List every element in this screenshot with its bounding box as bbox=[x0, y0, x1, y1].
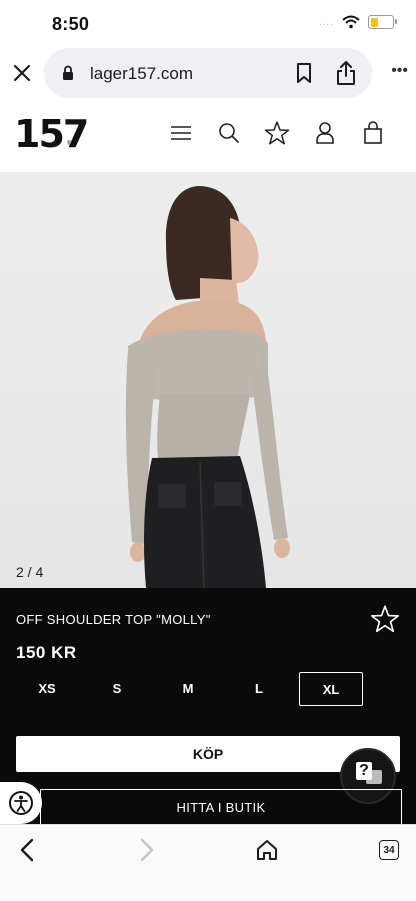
battery-level bbox=[370, 17, 378, 27]
size-option-l[interactable]: L bbox=[228, 672, 290, 704]
size-option-s[interactable]: S bbox=[86, 672, 148, 704]
tabs-button[interactable]: 34 bbox=[374, 835, 404, 865]
more-icon[interactable]: ••• bbox=[391, 62, 408, 80]
signal-icon: .... bbox=[318, 16, 334, 28]
product-panel: OFF SHOULDER TOP "MOLLY" 150 KR XS S M L… bbox=[0, 588, 416, 825]
search-button[interactable] bbox=[216, 120, 242, 146]
status-indicators: .... bbox=[318, 15, 397, 29]
close-tab-button[interactable] bbox=[8, 59, 36, 87]
find-in-store-button[interactable]: HITTA I BUTIK bbox=[40, 789, 402, 825]
lock-icon bbox=[63, 65, 73, 80]
forward-icon bbox=[140, 838, 154, 862]
back-button[interactable] bbox=[12, 835, 42, 865]
size-option-m[interactable]: M bbox=[157, 672, 219, 704]
product-name: OFF SHOULDER TOP "MOLLY" bbox=[16, 612, 211, 627]
star-icon bbox=[264, 121, 290, 145]
image-counter: 2 / 4 bbox=[16, 564, 44, 580]
size-selector: XS S M L XL bbox=[0, 672, 416, 706]
header-icons bbox=[168, 120, 386, 146]
home-button[interactable] bbox=[252, 835, 282, 865]
bag-icon bbox=[364, 121, 382, 144]
add-to-wishlist-button[interactable] bbox=[370, 604, 400, 634]
home-icon bbox=[257, 840, 277, 860]
menu-button[interactable] bbox=[168, 120, 194, 146]
size-option-xl[interactable]: XL bbox=[299, 672, 363, 706]
user-icon bbox=[316, 122, 334, 144]
cart-button[interactable] bbox=[360, 120, 386, 146]
status-bar: 8:50 .... bbox=[0, 0, 416, 46]
site-header: 157 ® bbox=[0, 100, 416, 172]
wifi-icon bbox=[342, 15, 360, 29]
star-icon bbox=[370, 605, 400, 633]
product-photo-illustration bbox=[125, 186, 290, 588]
back-icon bbox=[20, 838, 34, 862]
close-icon bbox=[13, 64, 31, 82]
product-price: 150 KR bbox=[16, 643, 77, 662]
status-time: 8:50 bbox=[52, 14, 90, 34]
size-option-xs[interactable]: XS bbox=[16, 672, 78, 704]
tabs-icon: 34 bbox=[379, 840, 399, 860]
accessibility-button[interactable] bbox=[0, 782, 42, 824]
logo-registered-mark: ® bbox=[67, 141, 72, 147]
forward-button[interactable] bbox=[132, 835, 162, 865]
bookmark-icon bbox=[297, 63, 311, 83]
help-icon: ? bbox=[356, 762, 372, 780]
account-button[interactable] bbox=[312, 120, 338, 146]
search-icon bbox=[219, 123, 239, 143]
browser-bar: lager157.com ••• bbox=[0, 46, 416, 100]
accessibility-icon bbox=[9, 791, 33, 815]
product-image[interactable]: 2 / 4 bbox=[0, 172, 416, 588]
menu-icon bbox=[171, 126, 191, 140]
bookmark-button[interactable] bbox=[292, 61, 316, 85]
logo[interactable]: 157 bbox=[14, 112, 89, 156]
address-bar[interactable]: lager157.com bbox=[44, 48, 372, 98]
url-text: lager157.com bbox=[90, 64, 194, 83]
share-icon bbox=[337, 61, 355, 85]
wishlist-button[interactable] bbox=[264, 120, 290, 146]
browser-toolbar: 34 bbox=[0, 824, 416, 901]
battery-icon bbox=[368, 15, 397, 29]
share-button[interactable] bbox=[332, 58, 360, 88]
